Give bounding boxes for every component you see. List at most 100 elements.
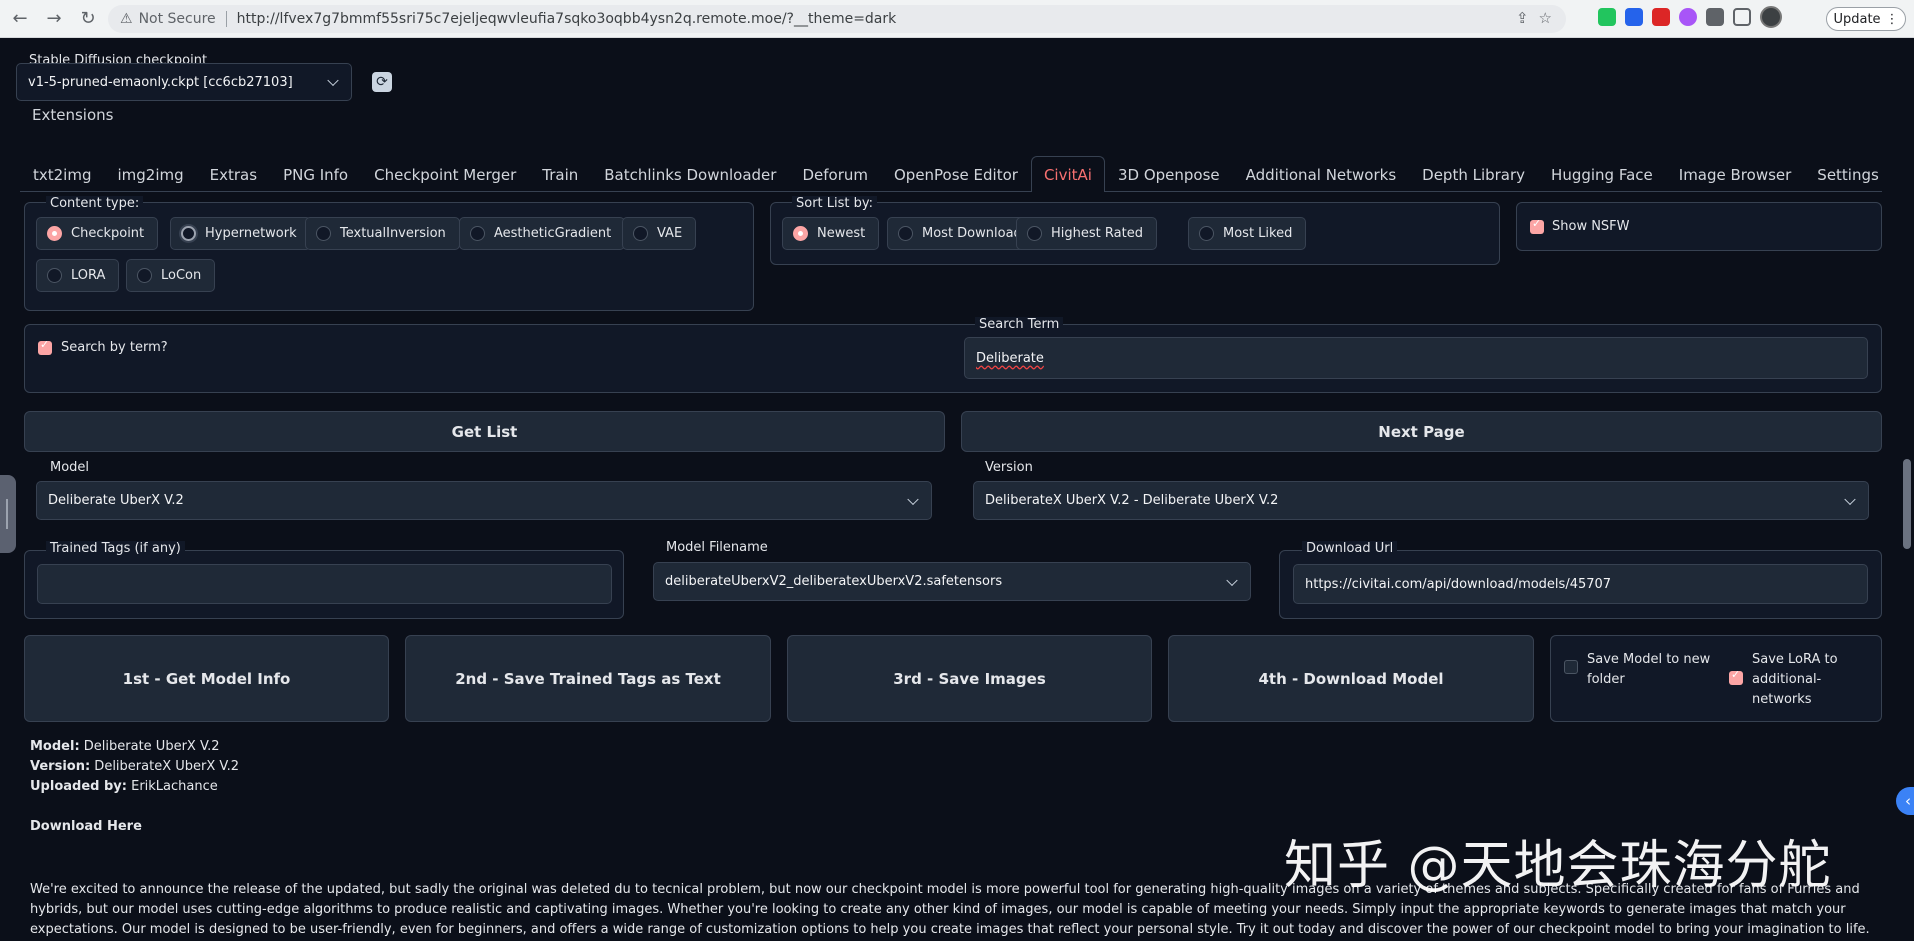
warning-icon: ⚠ xyxy=(120,11,133,27)
version-select[interactable]: DeliberateX UberX V.2 - Deliberate UberX… xyxy=(973,481,1869,520)
radio-vae[interactable]: VAE xyxy=(622,217,697,250)
radio-dot xyxy=(470,226,485,241)
radio-label: Newest xyxy=(817,226,866,241)
model-select[interactable]: Deliberate UberX V.2 xyxy=(36,481,932,520)
radio-highest-rated[interactable]: Highest Rated xyxy=(1016,217,1157,250)
version-value: DeliberateX UberX V.2 - Deliberate UberX… xyxy=(985,493,1279,508)
profile-avatar[interactable] xyxy=(1760,6,1782,28)
tab-png-info[interactable]: PNG Info xyxy=(270,156,361,192)
info-uploaded-value: ErikLachance xyxy=(126,779,218,794)
radio-dot xyxy=(1027,226,1042,241)
chevron-down-icon xyxy=(1226,574,1238,586)
model-value: Deliberate UberX V.2 xyxy=(48,493,184,508)
tab-batchlinks[interactable]: Batchlinks Downloader xyxy=(591,156,789,192)
nsfw-checkbox[interactable] xyxy=(1530,217,1544,234)
radio-dot xyxy=(633,226,648,241)
info-version-value: DeliberateX UberX V.2 xyxy=(90,759,239,774)
chevron-left-icon[interactable]: ‹ xyxy=(1896,787,1914,815)
radio-label: Checkpoint xyxy=(71,226,145,241)
back-icon[interactable]: ← xyxy=(6,5,34,33)
info-uploaded-key: Uploaded by: xyxy=(30,779,127,794)
search-by-term-checkbox[interactable] xyxy=(38,338,52,355)
tab-txt2img[interactable]: txt2img xyxy=(20,156,104,192)
address-divider xyxy=(225,11,227,27)
get-model-info-button[interactable]: 1st - Get Model Info xyxy=(24,635,389,722)
tab-deforum[interactable]: Deforum xyxy=(789,156,881,192)
save-new-folder-label: Save Model to new folder xyxy=(1587,652,1711,687)
radio-dot xyxy=(316,226,331,241)
kebab-menu-icon: ⋮ xyxy=(1885,11,1899,27)
search-term-input[interactable]: Deliberate xyxy=(964,337,1868,379)
save-lora-checkbox[interactable] xyxy=(1729,668,1743,685)
save-new-folder-checkbox[interactable] xyxy=(1564,660,1578,674)
translate-extension-icon[interactable] xyxy=(1625,8,1643,26)
tab-3d-openpose[interactable]: 3D Openpose xyxy=(1105,156,1233,192)
side-panel-icon[interactable] xyxy=(1733,8,1751,26)
security-label: Not Secure xyxy=(138,11,216,27)
radio-hypernetwork[interactable]: Hypernetwork xyxy=(170,217,311,250)
forward-icon[interactable]: → xyxy=(40,5,68,33)
radio-checkpoint[interactable]: Checkpoint xyxy=(36,217,159,250)
save-images-button[interactable]: 3rd - Save Images xyxy=(787,635,1152,722)
radio-label: LORA xyxy=(71,268,106,283)
scrollbar-thumb[interactable] xyxy=(1903,459,1911,549)
download-here-link[interactable]: Download Here xyxy=(30,819,142,834)
version-label: Version xyxy=(985,460,1033,475)
trained-tags-input[interactable] xyxy=(37,564,612,604)
refresh-icon[interactable]: ⟳ xyxy=(372,72,392,92)
update-label: Update xyxy=(1833,11,1881,27)
tab-civitai[interactable]: CivitAi xyxy=(1030,156,1105,192)
left-drag-handle[interactable] xyxy=(0,475,16,553)
radio-label: Most Liked xyxy=(1223,226,1293,241)
radio-textual-inversion[interactable]: TextualInversion xyxy=(305,217,460,250)
tab-extras[interactable]: Extras xyxy=(197,156,270,192)
tab-train[interactable]: Train xyxy=(529,156,591,192)
url-text: http://lfvex7g7bmmf55sri75c7ejeljeqwvleu… xyxy=(236,11,897,27)
webui-app: Stable Diffusion checkpoint v1-5-pruned-… xyxy=(0,39,1914,941)
tab-depth-library[interactable]: Depth Library xyxy=(1409,156,1538,192)
trained-tags-label: Trained Tags (if any) xyxy=(46,541,185,556)
tab-img2img[interactable]: img2img xyxy=(104,156,196,192)
radio-dot xyxy=(898,226,913,241)
save-trained-tags-button[interactable]: 2nd - Save Trained Tags as Text xyxy=(405,635,771,722)
bookmark-star-icon[interactable]: ☆ xyxy=(1539,9,1552,27)
tab-hugging-face[interactable]: Hugging Face xyxy=(1538,156,1666,192)
sort-label: Sort List by: xyxy=(792,196,878,211)
share-icon[interactable]: ⇪ xyxy=(1516,9,1529,27)
tab-image-browser[interactable]: Image Browser xyxy=(1666,156,1805,192)
tab-checkpoint-merger[interactable]: Checkpoint Merger xyxy=(361,156,529,192)
content-type-label: Content type: xyxy=(46,196,144,211)
download-model-button[interactable]: 4th - Download Model xyxy=(1168,635,1534,722)
radio-label: LoCon xyxy=(161,268,202,283)
radio-label: TextualInversion xyxy=(340,226,446,241)
color-extension-icon[interactable] xyxy=(1679,8,1697,26)
download-url-input[interactable]: https://civitai.com/api/download/models/… xyxy=(1293,564,1868,604)
next-page-button[interactable]: Next Page xyxy=(961,411,1882,452)
info-model: Model: Deliberate UberX V.2 xyxy=(30,739,220,754)
info-version-key: Version: xyxy=(30,759,91,774)
radio-locon[interactable]: LoCon xyxy=(126,259,216,292)
reload-icon[interactable]: ↻ xyxy=(74,5,102,33)
flag-extension-icon[interactable] xyxy=(1652,8,1670,26)
download-url-value: https://civitai.com/api/download/models/… xyxy=(1305,576,1612,592)
download-url-label: Download Url xyxy=(1302,541,1398,556)
radio-newest[interactable]: Newest xyxy=(782,217,880,250)
radio-dot xyxy=(47,226,62,241)
tab-settings[interactable]: Settings xyxy=(1804,156,1892,192)
puzzle-extensions-icon[interactable] xyxy=(1706,8,1724,26)
tab-openpose-editor[interactable]: OpenPose Editor xyxy=(881,156,1031,192)
radio-lora[interactable]: LORA xyxy=(36,259,120,292)
radio-dot xyxy=(137,268,152,283)
save-lora-label: Save LoRA to additional-networks xyxy=(1752,652,1838,707)
model-filename-select[interactable]: deliberateUberxV2_deliberatexUberxV2.saf… xyxy=(653,562,1251,601)
update-button[interactable]: Update ⋮ xyxy=(1826,7,1906,31)
radio-dot xyxy=(793,226,808,241)
checkpoint-select[interactable]: v1-5-pruned-emaonly.ckpt [cc6cb27103] xyxy=(16,63,352,101)
radio-most-liked[interactable]: Most Liked xyxy=(1188,217,1307,250)
radio-aesthetic-gradient[interactable]: AestheticGradient xyxy=(459,217,626,250)
shield-extension-icon[interactable] xyxy=(1598,8,1616,26)
get-list-button[interactable]: Get List xyxy=(24,411,945,452)
address-bar[interactable]: ⚠ Not Secure http://lfvex7g7bmmf55sri75c… xyxy=(108,5,1566,33)
chevron-down-icon xyxy=(907,493,919,505)
tab-additional-networks[interactable]: Additional Networks xyxy=(1233,156,1410,192)
